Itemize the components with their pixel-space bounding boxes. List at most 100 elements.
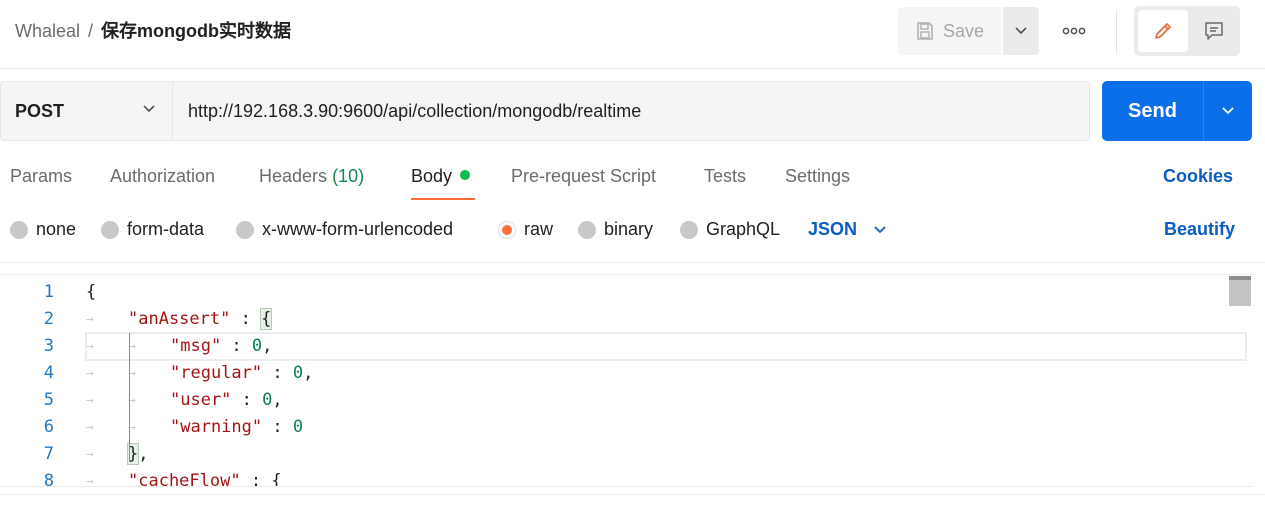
json-key: "anAssert" — [128, 309, 231, 329]
chevron-down-icon — [143, 105, 155, 113]
format-select[interactable]: JSON — [808, 219, 887, 240]
request-header: Whaleal / 保存mongodb实时数据 Save — [0, 0, 1265, 69]
code-text: { — [86, 279, 96, 306]
code-line: → "anAssert" : { — [86, 306, 1246, 333]
tab-authorization[interactable]: Authorization — [110, 166, 215, 187]
code-area[interactable]: {→ "anAssert" : {→ → "msg" : 0, → → "regular" … — [85, 279, 1247, 487]
workspace-link[interactable]: Whaleal — [15, 21, 80, 41]
radio-form-data[interactable] — [101, 220, 119, 239]
radio-urlencoded[interactable] — [236, 220, 254, 239]
code-line: →}, — [86, 441, 1246, 468]
code-text: }, — [126, 441, 149, 468]
cookies-link[interactable]: Cookies — [1163, 166, 1233, 187]
method-select[interactable]: POST — [0, 81, 172, 141]
json-number: 0 — [292, 417, 304, 437]
tab-settings[interactable]: Settings — [785, 166, 850, 187]
body-type-label: x-www-form-urlencoded — [262, 219, 454, 239]
tab-body[interactable]: Body — [411, 166, 471, 187]
active-tab-indicator — [411, 198, 475, 200]
json-punctuation: { — [86, 282, 97, 302]
json-punctuation: : — [262, 417, 293, 437]
radio-binary[interactable] — [578, 220, 596, 239]
json-key: "warning" — [170, 417, 263, 437]
method-label: POST — [15, 100, 65, 121]
request-name[interactable]: 保存mongodb实时数据 — [101, 21, 291, 41]
radio-raw[interactable] — [498, 220, 516, 239]
body-type-urlencoded[interactable]: x-www-form-urlencoded — [236, 219, 453, 240]
pencil-icon — [1155, 23, 1171, 39]
tab-params[interactable]: Params — [10, 166, 72, 187]
whitespace-marker: → — [86, 366, 94, 381]
line-number-gutter: 1 2 3 4 5 6 7 8 — [0, 279, 60, 487]
tab-headers[interactable]: Headers (10) — [259, 166, 364, 187]
body-status-dot — [460, 170, 471, 180]
editor-divider — [0, 262, 1265, 263]
code-text: "user" : 0, — [170, 387, 283, 414]
whitespace-marker: → — [86, 474, 94, 487]
code-text: "cacheFlow" : { — [128, 468, 282, 487]
json-punctuation: , — [303, 363, 314, 383]
json-key: "cacheFlow" — [128, 471, 241, 487]
save-button[interactable]: Save — [898, 7, 1001, 55]
code-editor[interactable]: 1 2 3 4 5 6 7 8 {→ "anAssert" : {→ → "msg" : 0, → → "… — [0, 274, 1253, 487]
save-group: Save — [898, 7, 1039, 55]
view-mode-toggle — [1134, 6, 1240, 56]
send-button[interactable]: Send — [1102, 81, 1203, 141]
body-type-label: form-data — [127, 219, 205, 239]
body-type-label: raw — [524, 219, 554, 239]
line-number: 8 — [43, 471, 54, 487]
json-punctuation: : — [231, 390, 263, 410]
beautify-link[interactable]: Beautify — [1164, 219, 1235, 240]
format-label: JSON — [808, 219, 858, 239]
json-key: "regular" — [170, 363, 263, 383]
json-number: 0 — [251, 336, 263, 356]
body-type-label: binary — [604, 219, 654, 239]
body-type-binary[interactable]: binary — [578, 219, 653, 240]
send-options-button[interactable] — [1204, 81, 1252, 141]
header-divider — [1116, 10, 1117, 54]
body-type-label: none — [36, 219, 77, 239]
edit-mode-button[interactable] — [1138, 10, 1188, 52]
url-input[interactable]: http://192.168.3.90:9600/api/collection/… — [172, 81, 1090, 141]
save-icon — [917, 22, 933, 40]
code-line: → → "regular" : 0, — [86, 360, 1246, 387]
json-number: 0 — [262, 390, 273, 410]
body-type-raw[interactable]: raw — [498, 219, 553, 240]
tab-pre-request-script[interactable]: Pre-request Script — [511, 166, 656, 187]
code-line: → → "user" : 0, — [86, 387, 1246, 414]
request-tabs: Params Authorization Headers (10) Body P… — [0, 160, 1265, 202]
comments-button[interactable] — [1192, 10, 1236, 52]
json-punctuation: , — [262, 336, 273, 356]
comment-icon — [1205, 22, 1223, 40]
whitespace-marker: → — [86, 312, 94, 327]
radio-graphql[interactable] — [680, 220, 698, 239]
more-horizontal-icon — [1062, 27, 1086, 35]
indent-guide — [129, 333, 130, 462]
json-punctuation: , — [138, 444, 149, 464]
code-line: → "cacheFlow" : { — [86, 468, 1246, 487]
whitespace-marker: → — [86, 447, 94, 462]
line-number: 4 — [43, 363, 54, 383]
whitespace-marker: → — [86, 420, 94, 435]
json-punctuation: : — [262, 363, 293, 383]
more-actions-button[interactable] — [1058, 17, 1090, 45]
line-number: 3 — [43, 336, 54, 356]
body-type-none[interactable]: none — [10, 219, 76, 240]
body-type-options: none form-data x-www-form-urlencoded raw… — [0, 214, 1265, 248]
breadcrumb: Whaleal / 保存mongodb实时数据 — [15, 20, 291, 42]
save-options-button[interactable] — [1003, 7, 1039, 55]
body-type-form-data[interactable]: form-data — [101, 219, 204, 240]
json-punctuation: { — [260, 308, 273, 330]
code-line: → → "warning" : 0 — [86, 414, 1246, 441]
tab-headers-label: Headers — [259, 166, 328, 186]
chevron-down-icon — [1015, 27, 1027, 35]
json-punctuation: , — [272, 390, 283, 410]
code-text: "msg" : 0, — [170, 333, 272, 360]
send-group: Send — [1102, 81, 1252, 141]
radio-none[interactable] — [10, 220, 28, 239]
editor-scrollbar[interactable] — [1229, 276, 1251, 306]
json-punctuation: { — [271, 471, 282, 487]
tab-tests[interactable]: Tests — [704, 166, 746, 187]
body-type-graphql[interactable]: GraphQL — [680, 219, 780, 240]
line-number: 2 — [43, 309, 54, 329]
